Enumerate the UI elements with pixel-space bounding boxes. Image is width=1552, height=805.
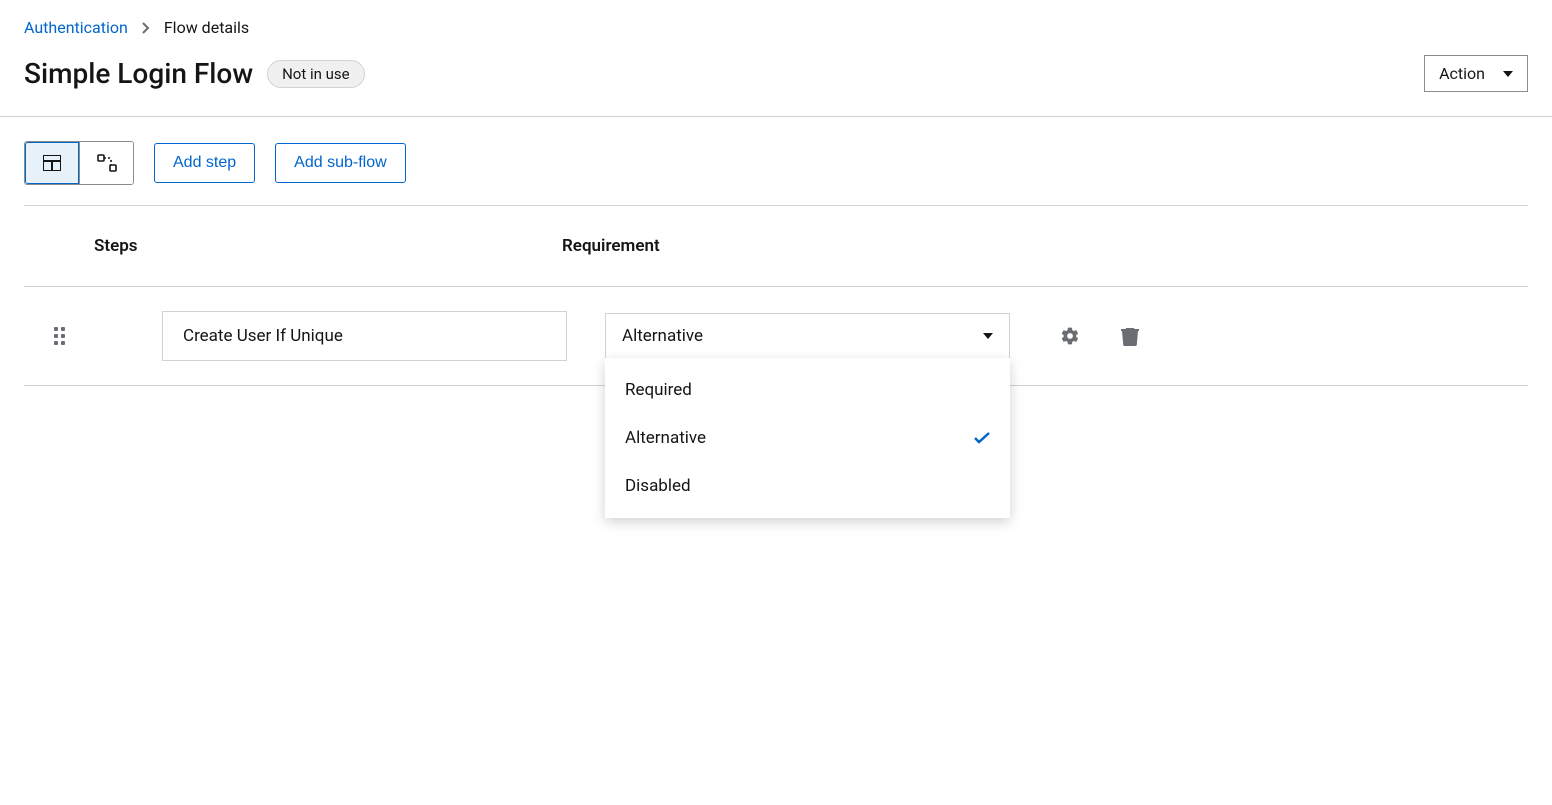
diagram-view-toggle[interactable] <box>79 142 133 184</box>
caret-down-icon <box>1503 71 1513 77</box>
requirement-select[interactable]: Alternative <box>605 313 1010 360</box>
delete-button[interactable] <box>1120 326 1140 346</box>
action-dropdown-label: Action <box>1439 64 1485 83</box>
option-label: Alternative <box>625 428 706 448</box>
caret-down-icon <box>983 333 993 339</box>
gear-icon <box>1060 326 1080 346</box>
drag-icon <box>54 327 65 345</box>
page-title: Simple Login Flow <box>24 57 253 90</box>
toolbar: Add step Add sub-flow <box>24 141 1528 185</box>
check-icon <box>974 432 990 444</box>
breadcrumb-current: Flow details <box>164 18 249 37</box>
breadcrumb-parent-link[interactable]: Authentication <box>24 18 128 37</box>
row-actions <box>1060 326 1140 346</box>
column-steps: Steps <box>94 236 562 256</box>
view-toggle-group <box>24 141 134 185</box>
breadcrumb: Authentication Flow details <box>0 0 1552 37</box>
requirement-option-alternative[interactable]: Alternative <box>605 414 1010 462</box>
add-subflow-button[interactable]: Add sub-flow <box>275 143 406 183</box>
page-header: Simple Login Flow Not in use Action <box>0 37 1552 117</box>
add-step-button[interactable]: Add step <box>154 143 255 183</box>
table-header: Steps Requirement <box>24 205 1528 287</box>
table-icon <box>43 155 61 171</box>
settings-button[interactable] <box>1060 326 1080 346</box>
requirement-option-required[interactable]: Required <box>605 366 1010 414</box>
table-row: Create User If Unique Alternative <box>24 287 1528 386</box>
action-dropdown[interactable]: Action <box>1424 55 1528 92</box>
chevron-right-icon <box>142 22 150 34</box>
option-label: Disabled <box>625 476 691 496</box>
column-requirement: Requirement <box>562 236 1528 256</box>
requirement-select-value: Alternative <box>622 326 703 346</box>
table-view-toggle[interactable] <box>25 142 79 184</box>
requirement-option-disabled[interactable]: Disabled <box>605 462 1010 510</box>
requirement-dropdown-menu: Required Alternative Disabled <box>605 358 1010 518</box>
status-badge: Not in use <box>267 60 365 88</box>
step-name-box: Create User If Unique <box>162 311 567 361</box>
diagram-icon <box>97 154 117 172</box>
trash-icon <box>1121 326 1139 346</box>
drag-handle[interactable] <box>24 327 94 345</box>
option-label: Required <box>625 380 692 400</box>
